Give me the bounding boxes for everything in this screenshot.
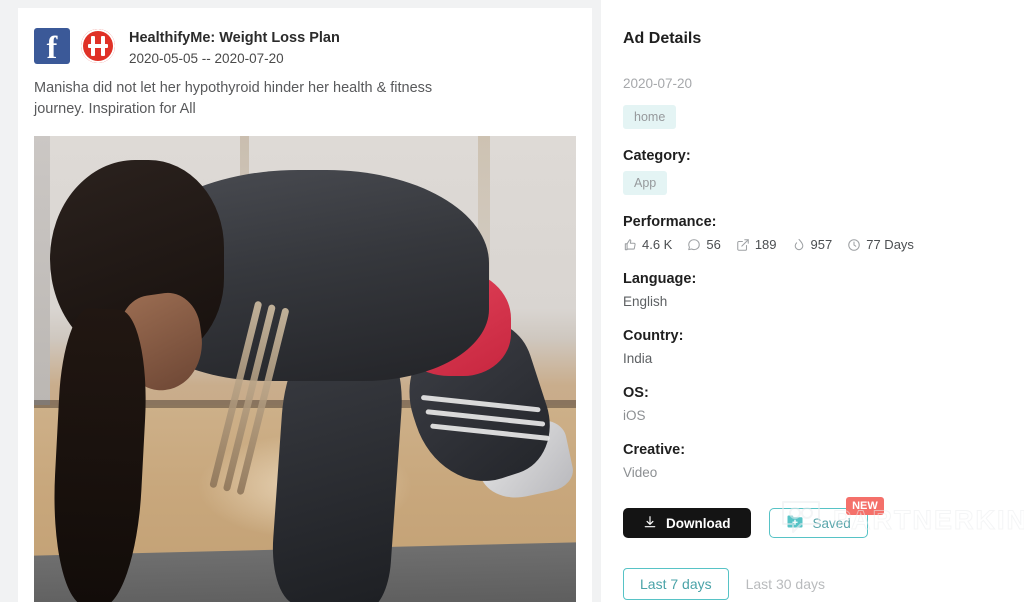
metric-likes-value: 4.6 K	[642, 237, 673, 252]
tab-last-30-days[interactable]: Last 30 days	[728, 568, 842, 600]
share-icon	[736, 238, 750, 252]
category-label: Category:	[623, 148, 691, 164]
healthifyme-app-icon	[81, 29, 115, 63]
metric-duration: 77 Days	[847, 237, 914, 252]
creative-value: Video	[623, 465, 658, 480]
ad-details-panel: Ad Details 2020-07-20 home Category: App…	[601, 0, 1024, 602]
language-label: Language:	[623, 271, 697, 287]
ad-creative-media[interactable]	[34, 136, 576, 602]
download-icon	[643, 515, 657, 532]
ad-date-range: 2020-05-05 -- 2020-07-20	[129, 51, 284, 66]
app-icon-stroke-cross	[88, 44, 108, 48]
ad-body-text: Manisha did not let her hypothyroid hind…	[34, 80, 433, 117]
country-label: Country:	[623, 328, 684, 344]
saved-button-label: Saved	[812, 515, 851, 531]
ad-logos: f	[34, 28, 115, 64]
creative-label: Creative:	[623, 442, 686, 458]
ad-creative-image	[34, 136, 576, 602]
metric-duration-value: 77 Days	[866, 237, 914, 252]
comment-icon	[687, 238, 701, 252]
country-value: India	[623, 351, 653, 366]
clock-icon	[847, 238, 861, 252]
ad-title: HealthifyMe: Weight Loss Plan	[129, 30, 340, 46]
metric-hotness: 957	[792, 237, 833, 252]
os-label: OS:	[623, 385, 649, 401]
metric-shares: 189	[736, 237, 777, 252]
category-tag[interactable]: App	[623, 171, 668, 195]
performance-label: Performance:	[623, 214, 717, 230]
metric-likes: 4.6 K	[623, 237, 672, 252]
photo-leg-stripe	[430, 423, 550, 442]
placement-tag[interactable]: home	[623, 105, 677, 129]
placement-tag-row: home	[623, 105, 1024, 129]
facebook-icon: f	[34, 28, 70, 64]
saved-button-wrap: Saved NEW	[768, 497, 884, 538]
performance-metrics: 4.6 K 56 189 957 77 Days	[623, 237, 1024, 252]
app-root: f HealthifyMe: Weight Loss Plan 2020-05-…	[0, 0, 1024, 602]
folder-plus-icon	[786, 514, 804, 532]
ad-card-header: f HealthifyMe: Weight Loss Plan 2020-05-…	[18, 8, 592, 68]
category-tag-row: App	[623, 171, 1024, 195]
action-buttons: Download Saved NEW	[623, 497, 1024, 538]
status-badge: NEW	[846, 497, 884, 515]
tab-last-7-days[interactable]: Last 7 days	[623, 568, 729, 600]
metric-comments-value: 56	[706, 237, 721, 252]
flame-icon	[792, 238, 806, 252]
metric-shares-value: 189	[754, 237, 777, 252]
metric-comments: 56	[687, 237, 721, 252]
ad-title-block: HealthifyMe: Weight Loss Plan 2020-05-05…	[129, 28, 340, 68]
language-value: English	[623, 294, 668, 309]
ad-card: f HealthifyMe: Weight Loss Plan 2020-05-…	[18, 8, 592, 602]
download-button-label: Download	[666, 515, 731, 531]
os-value: iOS	[623, 408, 646, 423]
date-range-tabs: Last 7 days Last 30 days	[623, 568, 1024, 600]
page-title: Ad Details	[623, 30, 702, 47]
thumbs-up-icon	[623, 238, 637, 252]
ad-last-seen-date: 2020-07-20	[623, 76, 693, 91]
facebook-f-glyph: f	[46, 29, 58, 65]
download-button[interactable]: Download	[623, 508, 751, 538]
metric-hotness-value: 957	[810, 237, 833, 252]
